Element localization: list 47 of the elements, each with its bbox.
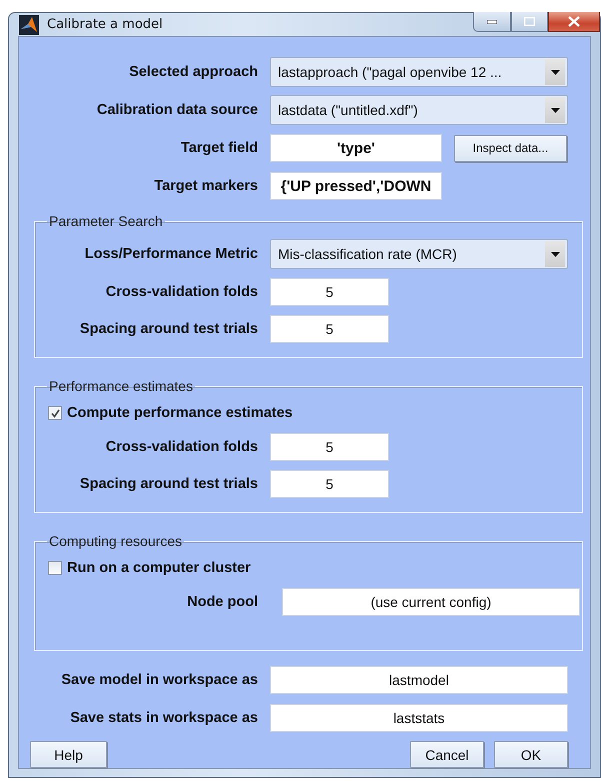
close-button[interactable] — [548, 12, 600, 32]
field-label: Selected approach — [128, 64, 259, 80]
checkbox[interactable]: Run on a computer cluster — [48, 553, 582, 583]
checkmark-icon — [50, 408, 60, 418]
text-field[interactable]: (use current config) — [282, 588, 580, 616]
field-label: Loss/Performance Metric — [84, 246, 259, 262]
field-label: Calibration data source — [96, 102, 259, 118]
field-label: Target markers — [153, 178, 259, 194]
field-label: Spacing around test trials — [78, 476, 259, 492]
group-title: Performance estimates — [48, 378, 194, 394]
close-icon — [568, 16, 580, 27]
text-field[interactable]: 5 — [270, 314, 389, 342]
text-field[interactable]: 5 — [270, 470, 389, 498]
group-title: Parameter Search — [48, 213, 164, 229]
field-label: Save model in workspace as — [60, 672, 259, 688]
text-field[interactable]: laststats — [270, 704, 568, 732]
checkbox-box[interactable] — [48, 561, 62, 575]
minimize-icon — [487, 20, 497, 24]
app-icon — [19, 14, 39, 34]
dropdown[interactable]: lastapproach ("pagal openvibe 12 ... — [270, 57, 568, 87]
text-field[interactable]: 5 — [270, 278, 389, 306]
dropdown-arrow-icon — [550, 108, 560, 112]
cancel-button[interactable]: Cancel — [410, 741, 484, 768]
window-title: Calibrate a model — [47, 17, 163, 32]
help-button[interactable]: Help — [30, 741, 107, 768]
text-field[interactable]: {'UP pressed','DOWN — [270, 172, 442, 200]
text-field[interactable]: 5 — [270, 432, 389, 460]
inspect-data-button[interactable]: Inspect data... — [454, 134, 567, 162]
dropdown-arrow-icon — [550, 252, 560, 256]
field-label: Target field — [180, 140, 259, 156]
field-label: Cross-validation folds — [104, 284, 259, 300]
maximize-button[interactable] — [511, 12, 548, 32]
minimize-button[interactable] — [473, 12, 511, 32]
text-field[interactable]: 'type' — [270, 134, 442, 162]
field-label: Node pool — [186, 594, 259, 610]
ok-button[interactable]: OK — [494, 741, 568, 768]
field-label: Cross-validation folds — [104, 438, 259, 454]
field-label: Save stats in workspace as — [69, 710, 259, 726]
dropdown[interactable]: lastdata ("untitled.xdf") — [270, 95, 568, 125]
dropdown-arrow-icon — [550, 70, 560, 74]
checkbox[interactable]: Compute performance estimates — [48, 398, 582, 428]
maximize-icon — [524, 17, 535, 26]
dropdown[interactable]: Mis-classification rate (MCR) — [270, 239, 568, 269]
text-field[interactable]: lastmodel — [270, 666, 568, 694]
group-title: Computing resources — [48, 533, 184, 549]
field-label: Spacing around test trials — [78, 320, 259, 336]
checkbox-box[interactable] — [48, 406, 62, 420]
